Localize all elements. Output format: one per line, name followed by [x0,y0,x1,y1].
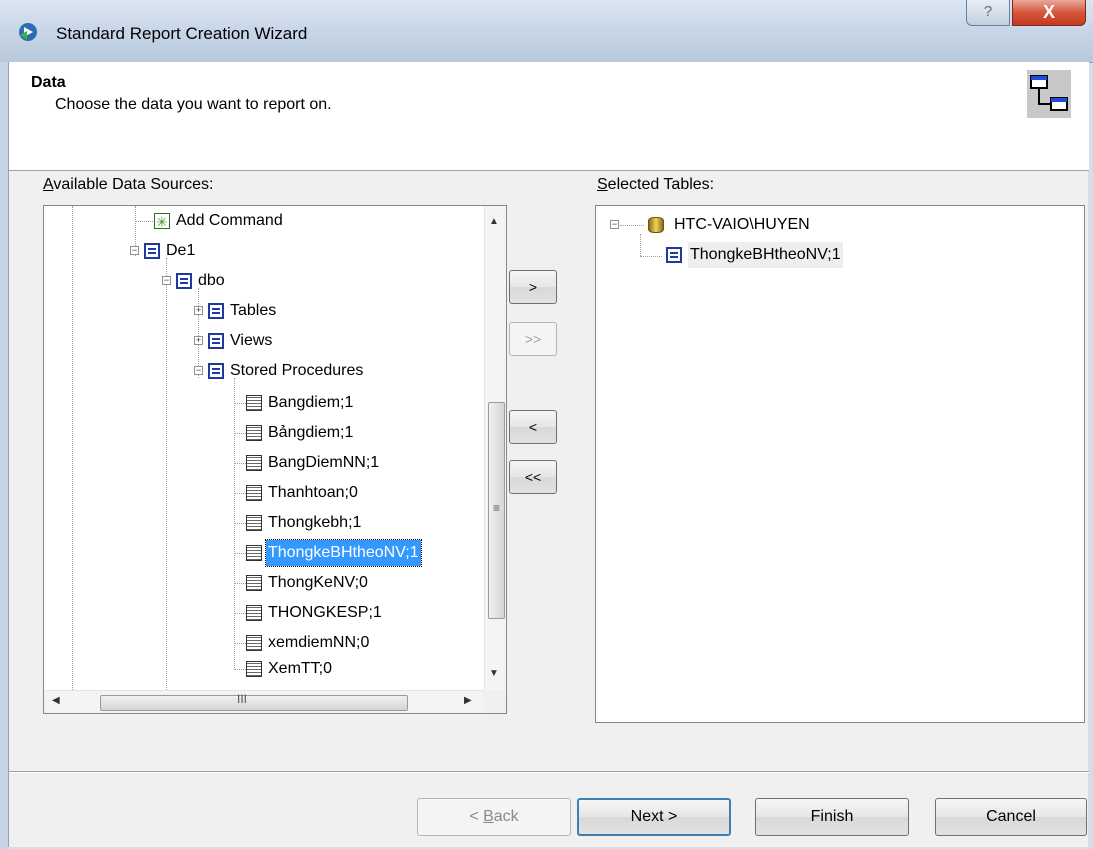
expand-icon[interactable]: + [194,306,203,315]
footer-separator [9,771,1089,773]
next-button[interactable]: Next > [577,798,731,836]
tree-guide [234,403,246,404]
tree-guide [234,613,246,614]
tree-item-dbo[interactable]: − dbo [162,268,482,294]
procedure-icon [246,515,262,531]
grip-icon: III [237,692,248,706]
grip-icon: ≡ [493,501,501,515]
table-icon [208,363,224,379]
table-icon [176,273,192,289]
table-icon [208,303,224,319]
scrollbar-corner [484,690,506,713]
tree-item-procedure[interactable]: Bangdiem;1 [246,390,486,416]
tree-item-procedure[interactable]: xemdiemNN;0 [246,630,486,656]
table-icon [208,333,224,349]
tree-item-procedure[interactable]: Thanhtoan;0 [246,480,486,506]
tree-guide [135,221,153,222]
tree-guide [234,669,246,670]
vertical-scrollbar[interactable]: ▲ ≡ ▼ [484,206,506,690]
tree-guide [640,256,662,257]
back-button[interactable]: < Back [417,798,571,836]
close-icon: X [1042,2,1055,22]
tree-item-procedure[interactable]: Bảngdiem;1 [246,420,486,446]
collapse-icon[interactable]: − [130,246,139,255]
header-panel: Data Choose the data you want to report … [9,62,1089,171]
tree-item-views[interactable]: + Views [194,328,484,354]
tree-item-stored-procedures[interactable]: − Stored Procedures [194,358,484,384]
close-button[interactable]: X [1012,0,1086,26]
procedure-icon [246,575,262,591]
procedure-icon [246,395,262,411]
remove-button[interactable]: < [509,410,557,444]
vertical-scroll-thumb[interactable]: ≡ [488,402,505,619]
procedure-icon [246,485,262,501]
database-icon [648,217,664,233]
help-button[interactable]: ? [966,0,1010,26]
tree-item-procedure[interactable]: BangDiemNN;1 [246,450,486,476]
procedure-icon [246,661,262,677]
horizontal-scroll-thumb[interactable]: III [100,692,408,711]
window-title: Standard Report Creation Wizard [56,24,308,43]
tree-guide [234,583,246,584]
available-sources-label: Available Data Sources: [43,176,214,193]
scroll-down-icon[interactable]: ▼ [489,668,499,679]
finish-button[interactable]: Finish [755,798,909,836]
scroll-left-icon[interactable]: ◀ [52,695,60,706]
add-button[interactable]: > [509,270,557,304]
remove-all-button[interactable]: << [509,460,557,494]
data-link-icon [1027,70,1071,118]
page-title: Data [31,74,66,91]
window-frame-left [0,62,8,849]
wizard-window: Standard Report Creation Wizard ? X Data… [0,0,1093,849]
procedure-icon [246,545,262,561]
horizontal-scrollbar[interactable]: ◀ III ▶ [44,690,484,713]
collapse-icon[interactable]: − [610,220,619,229]
title-bar[interactable]: Standard Report Creation Wizard ? X [0,0,1093,63]
collapse-icon[interactable]: − [162,276,171,285]
tree-item-procedure-selected[interactable]: ThongkeBHtheoNV;1 [246,539,486,567]
tree-item-de1[interactable]: − De1 [130,238,470,264]
selected-tables-label: Selected Tables: [597,176,715,193]
tree-item-procedure[interactable]: ThongKeNV;0 [246,570,486,596]
add-command-icon [154,209,170,235]
expand-icon[interactable]: + [194,336,203,345]
tree-item-tables[interactable]: + Tables [194,298,484,324]
add-all-button[interactable]: >> [509,322,557,356]
collapse-icon[interactable]: − [194,366,203,375]
tree-guide [234,553,246,554]
table-icon [666,247,682,263]
wizard-body: Data Choose the data you want to report … [8,62,1089,847]
tree-guide [166,258,167,690]
procedure-icon [246,425,262,441]
available-sources-tree[interactable]: Add Command − De1 − dbo + Tables + Views [43,205,507,714]
tree-item-procedure[interactable]: XemTT;0 [246,656,486,682]
tree-guide [234,523,246,524]
page-subtitle: Choose the data you want to report on. [55,96,332,113]
app-icon [19,23,37,41]
procedure-icon [246,635,262,651]
scroll-right-icon[interactable]: ▶ [464,695,472,706]
tree-item-procedure[interactable]: Thongkebh;1 [246,510,486,536]
help-icon: ? [983,3,993,20]
cancel-button[interactable]: Cancel [935,798,1087,836]
selected-tables-tree[interactable]: − HTC-VAIO\HUYEN ThongkeBHtheoNV;1 [595,205,1085,723]
procedure-icon [246,605,262,621]
tree-guide [234,463,246,464]
tree-guide [234,643,246,644]
table-icon [144,243,160,259]
tree-item-add-command[interactable]: Add Command [154,208,474,235]
tree-guide [234,493,246,494]
tree-item-selected-table[interactable]: ThongkeBHtheoNV;1 [662,242,1062,268]
tree-item-procedure[interactable]: THONGKESP;1 [246,600,486,626]
tree-item-server[interactable]: − HTC-VAIO\HUYEN [610,212,1010,238]
tree-guide [234,433,246,434]
tree-guide [72,206,73,690]
procedure-icon [246,455,262,471]
scroll-up-icon[interactable]: ▲ [489,216,499,227]
